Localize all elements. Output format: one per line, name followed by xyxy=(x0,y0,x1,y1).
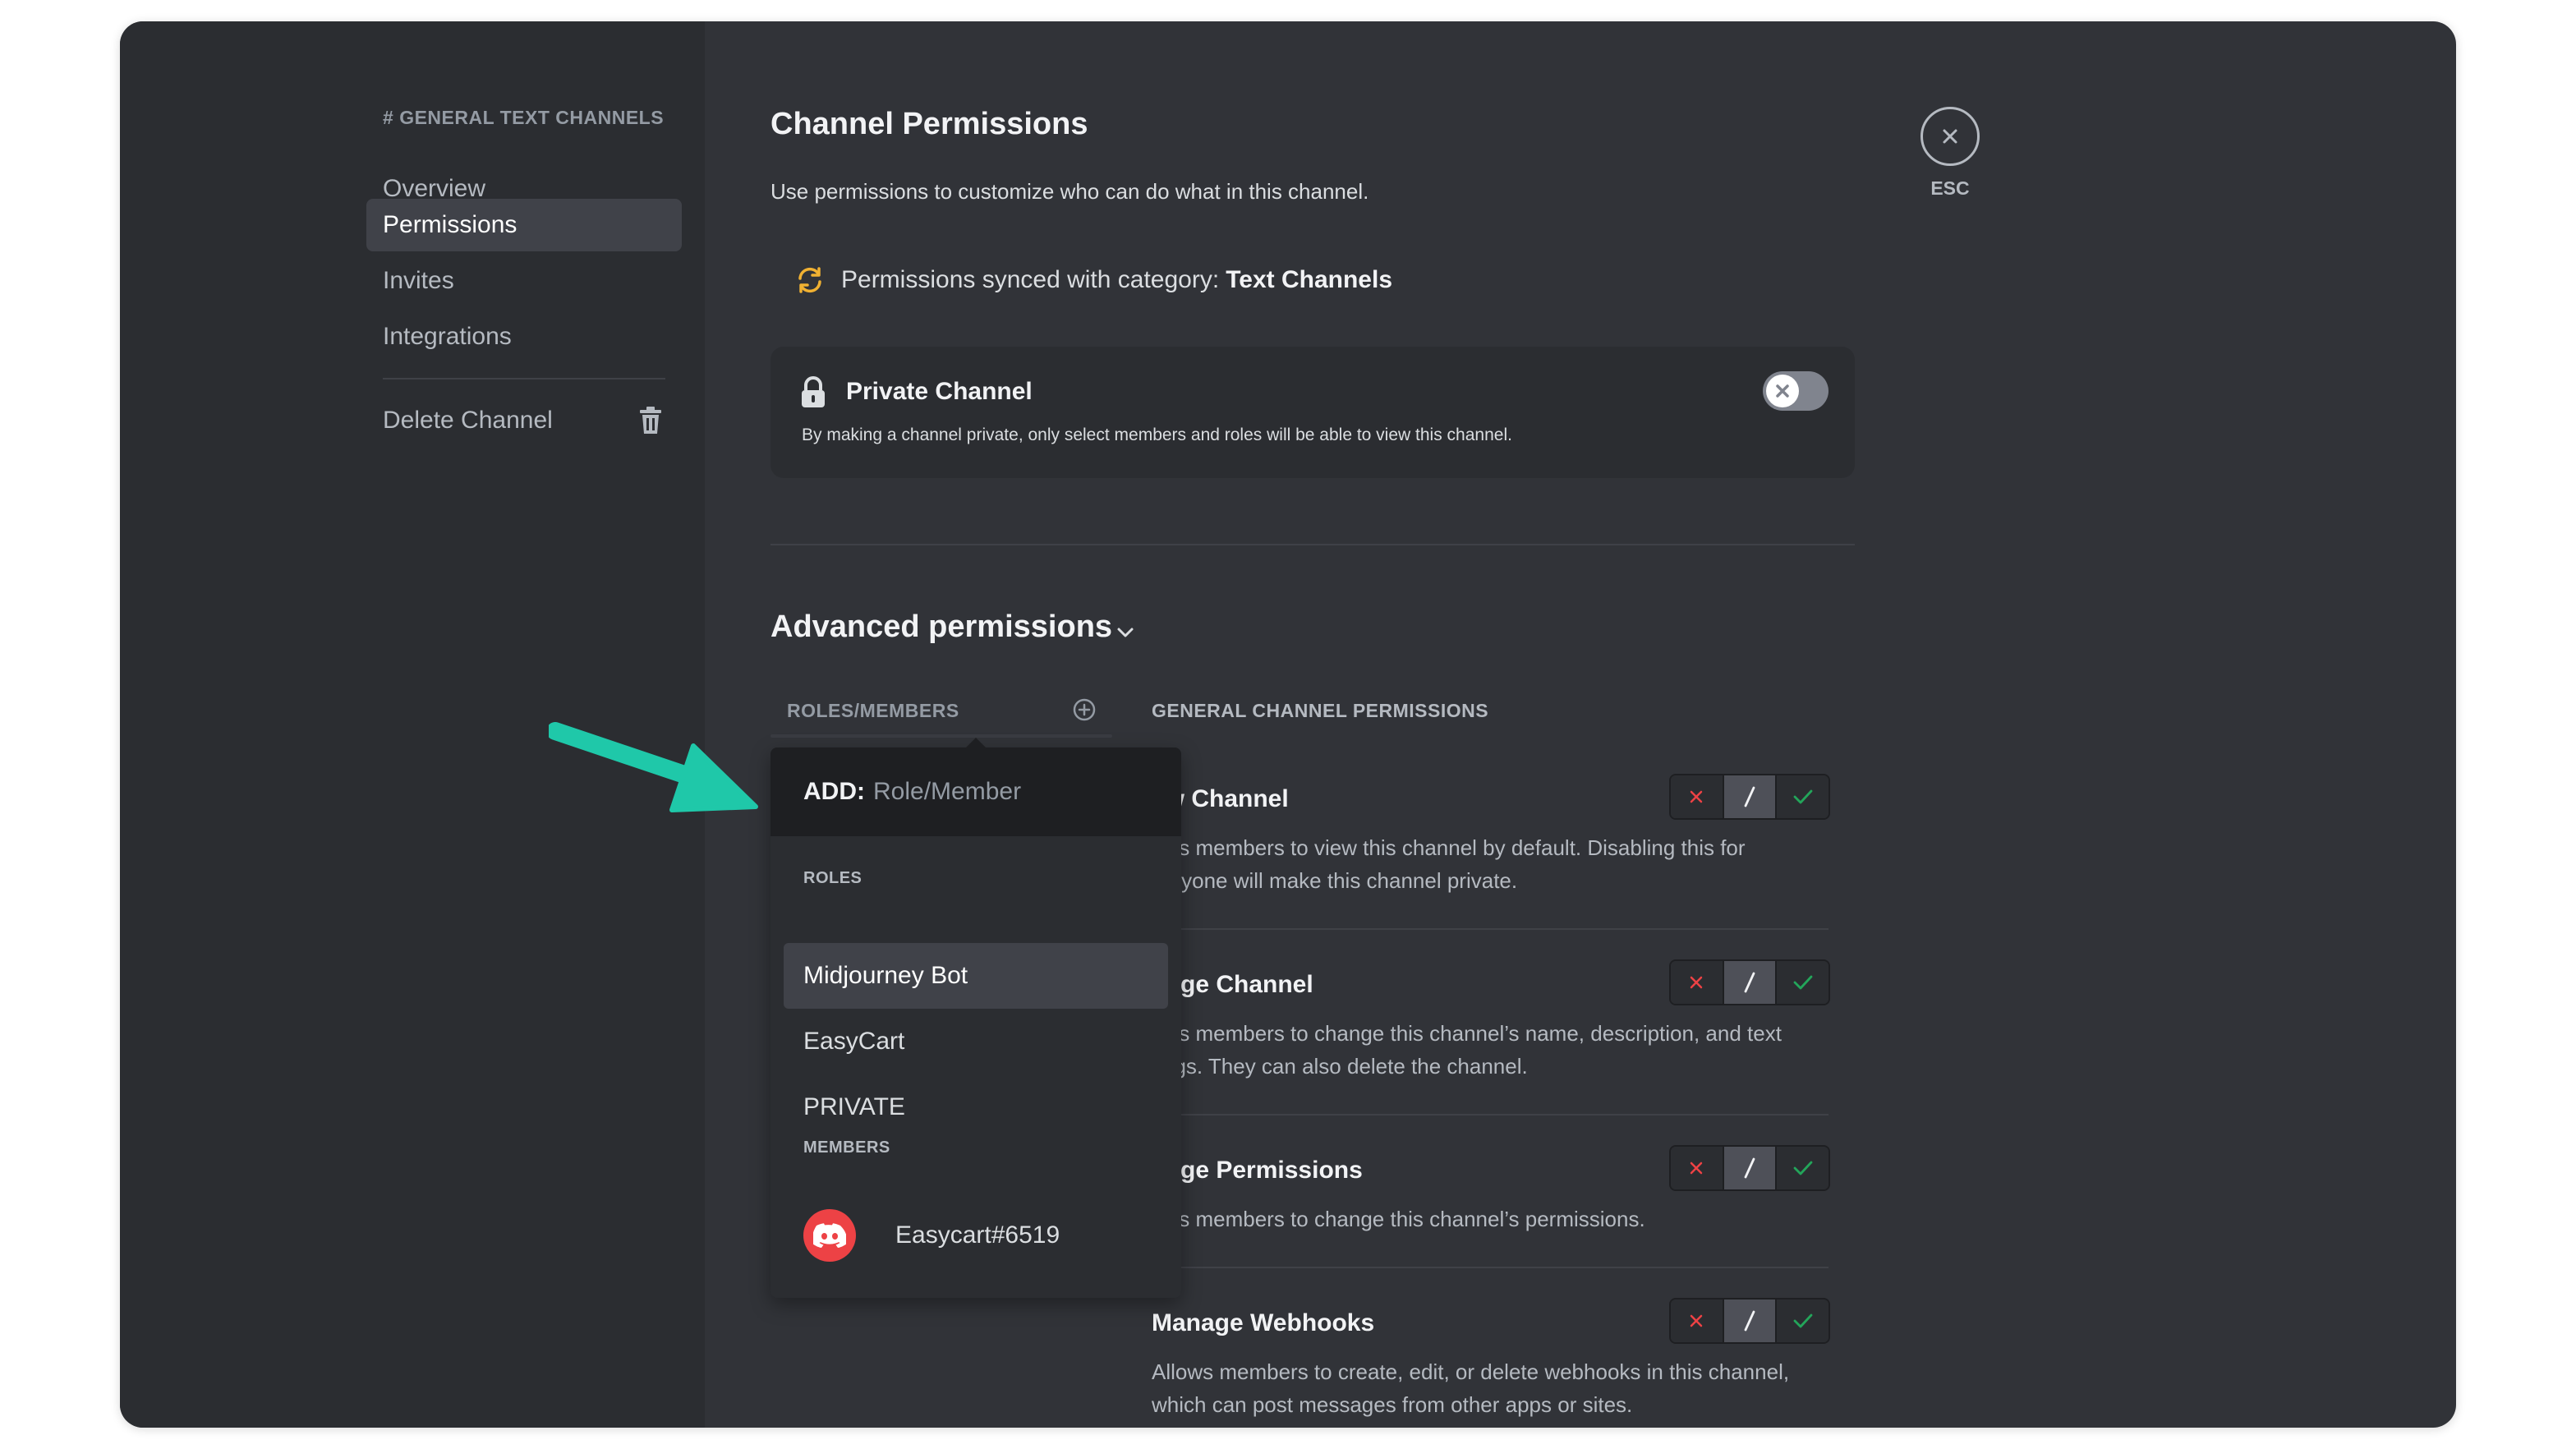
permission-divider xyxy=(1152,1114,1828,1116)
permission-divider xyxy=(1152,1267,1828,1268)
neutral-button[interactable] xyxy=(1722,961,1776,1004)
slash-icon xyxy=(1744,786,1755,807)
permission-divider xyxy=(1152,928,1828,930)
sync-text: Permissions synced with category: xyxy=(841,266,1220,293)
x-icon xyxy=(1690,790,1703,803)
roles-members-header: ROLES/MEMBERS xyxy=(787,700,959,721)
sync-category: Text Channels xyxy=(1226,266,1393,293)
check-icon xyxy=(1793,975,1813,990)
permission-name: Manage Webhooks xyxy=(1152,1309,1375,1336)
add-role-member-popover: ADD: Role/Member ROLES Midjourney Bot Ea… xyxy=(770,738,1181,1298)
permission-tristate xyxy=(1669,1298,1830,1344)
sidebar-item-label: Delete Channel xyxy=(383,407,553,434)
trash-icon[interactable] xyxy=(637,406,664,435)
sync-icon xyxy=(798,267,821,293)
allow-button[interactable] xyxy=(1775,775,1828,818)
permission-description-line: tings. They can also delete the channel. xyxy=(1152,1054,1528,1079)
allow-button[interactable] xyxy=(1775,1300,1828,1342)
roles-section-header: ROLES xyxy=(803,869,862,887)
roles-list-underline xyxy=(770,734,1112,738)
check-icon xyxy=(1793,789,1813,804)
discord-logo-icon xyxy=(813,1223,846,1248)
sidebar-item-label: Permissions xyxy=(383,211,518,238)
sidebar-item-integrations[interactable]: Integrations xyxy=(366,310,682,363)
allow-button[interactable] xyxy=(1775,961,1828,1004)
role-option-private[interactable]: PRIVATE xyxy=(784,1074,1168,1140)
permission-tristate xyxy=(1669,1145,1830,1191)
permission-description: ows members to view this channel by defa… xyxy=(1152,831,1828,897)
permission-description: Allows members to create, edit, or delet… xyxy=(1152,1355,1828,1421)
x-icon xyxy=(1690,976,1703,989)
role-option-easycart[interactable]: EasyCart xyxy=(784,1009,1168,1074)
add-circle-icon[interactable] xyxy=(1071,697,1097,723)
annotation-arrow-icon xyxy=(549,722,758,812)
deny-button[interactable] xyxy=(1671,1300,1723,1342)
neutral-button[interactable] xyxy=(1722,775,1776,818)
sidebar-item-label: Integrations xyxy=(383,323,512,350)
members-section-header: MEMBERS xyxy=(803,1138,890,1157)
permission-tristate xyxy=(1669,774,1830,820)
lock-icon xyxy=(802,376,825,407)
avatar xyxy=(803,1209,856,1262)
popover-arrow xyxy=(966,738,986,748)
chevron-down-icon[interactable] xyxy=(1114,621,1137,644)
close-button[interactable] xyxy=(1920,107,1980,166)
role-option-label: Midjourney Bot xyxy=(803,962,968,989)
member-option-easycart[interactable]: Easycart#6519 xyxy=(803,1209,1060,1262)
permission-description: ows members to change this channel’s nam… xyxy=(1152,1017,1828,1083)
close-icon xyxy=(1943,129,1957,144)
close-icon xyxy=(1776,384,1789,398)
permission-description: ows members to change this channel’s per… xyxy=(1152,1203,1828,1235)
x-icon xyxy=(1690,1162,1703,1175)
search-placeholder: Role/Member xyxy=(873,778,1022,805)
deny-button[interactable] xyxy=(1671,961,1723,1004)
allow-button[interactable] xyxy=(1775,1147,1828,1189)
x-icon xyxy=(1690,1314,1703,1327)
sidebar-item-label: Invites xyxy=(383,267,454,294)
sync-status: Permissions synced with category: Text C… xyxy=(795,260,1392,301)
sidebar-header: # GENERAL TEXT CHANNELS xyxy=(383,107,664,129)
settings-window: # GENERAL TEXT CHANNELS Overview Permiss… xyxy=(120,21,2456,1428)
role-option-label: PRIVATE xyxy=(803,1093,905,1120)
page-description: Use permissions to customize who can do … xyxy=(770,179,1369,204)
page-title: Channel Permissions xyxy=(770,107,1088,141)
sidebar-item-delete-channel[interactable]: Delete Channel xyxy=(366,394,682,447)
private-channel-card: Private Channel By making a channel priv… xyxy=(770,347,1855,478)
role-member-search-input[interactable]: ADD: Role/Member xyxy=(770,748,1181,836)
permission-description-line: Allows members to create, edit, or delet… xyxy=(1152,1359,1790,1384)
permission-description-line: veryone will make this channel private. xyxy=(1152,868,1518,893)
permission-description-line: ows members to change this channel’s per… xyxy=(1152,1207,1645,1231)
role-option-label: EasyCart xyxy=(803,1028,905,1055)
neutral-button[interactable] xyxy=(1722,1147,1776,1189)
section-divider xyxy=(770,544,1855,545)
advanced-permissions-title[interactable]: Advanced permissions xyxy=(770,610,1112,645)
esc-label: ESC xyxy=(1930,177,1970,199)
permission-description-line: ows members to change this channel’s nam… xyxy=(1152,1021,1782,1046)
sidebar-item-invites[interactable]: Invites xyxy=(366,255,682,307)
check-icon xyxy=(1793,1161,1813,1175)
slash-icon xyxy=(1744,972,1755,993)
add-label: ADD: xyxy=(803,778,865,805)
general-permissions-header: GENERAL CHANNEL PERMISSIONS xyxy=(1152,700,1489,721)
permission-name: nage Permissions xyxy=(1152,1157,1363,1184)
neutral-button[interactable] xyxy=(1722,1300,1776,1342)
sidebar-divider xyxy=(383,378,665,380)
sidebar-item-permissions[interactable]: Permissions xyxy=(366,199,682,251)
slash-icon xyxy=(1744,1157,1755,1179)
role-option-midjourney-bot[interactable]: Midjourney Bot xyxy=(784,943,1168,1009)
permission-description-line: ows members to view this channel by defa… xyxy=(1152,835,1746,860)
toggle-knob xyxy=(1766,375,1799,407)
private-channel-description: By making a channel private, only select… xyxy=(802,426,1512,444)
slash-icon xyxy=(1744,1310,1755,1332)
private-channel-toggle[interactable] xyxy=(1763,371,1828,411)
deny-button[interactable] xyxy=(1671,1147,1723,1189)
permission-tristate xyxy=(1669,959,1830,1005)
sidebar-header-hash: # xyxy=(383,107,394,128)
check-icon xyxy=(1793,1313,1813,1328)
permission-description-line: which can post messages from other apps … xyxy=(1152,1392,1633,1417)
sidebar-header-label: GENERAL TEXT CHANNELS xyxy=(399,107,665,128)
private-channel-title: Private Channel xyxy=(846,378,1033,405)
deny-button[interactable] xyxy=(1671,775,1723,818)
member-option-label: Easycart#6519 xyxy=(895,1221,1060,1249)
